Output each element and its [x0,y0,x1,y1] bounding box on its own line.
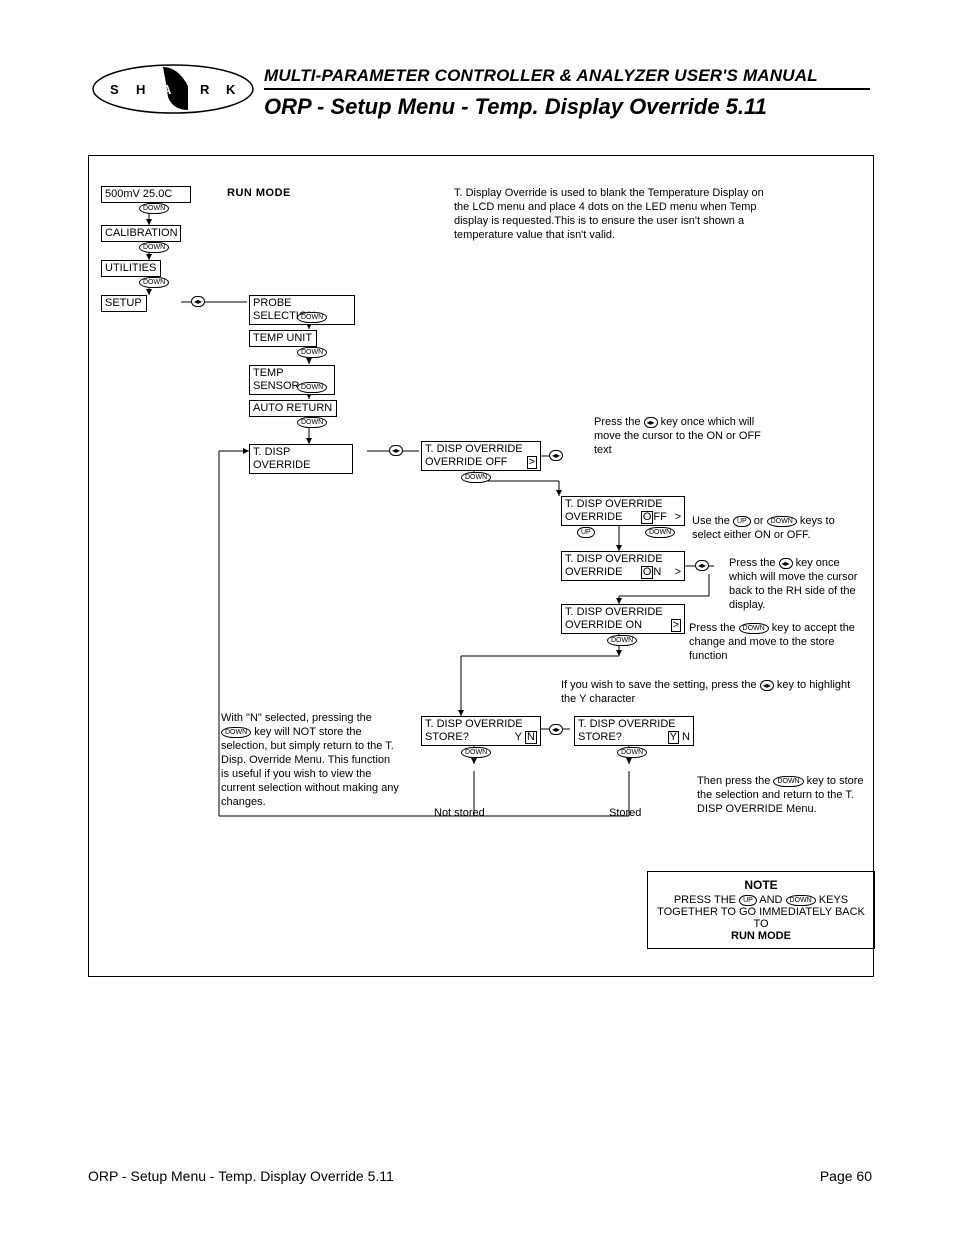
menu-auto-return: AUTO RETURN [249,400,337,417]
svg-text:S: S [110,82,119,97]
leftright-key-icon: ◂▸ [760,680,774,691]
screen-store-n: T. DISP OVERRIDE STORE? Y N [421,716,541,746]
up-key-icon: UP [577,527,595,538]
svg-text:R: R [200,82,210,97]
leftright-key-icon: ◂▸ [549,450,563,461]
svg-text:A: A [162,82,172,97]
header-title: ORP - Setup Menu - Temp. Display Overrid… [264,94,767,120]
menu-calibration: CALIBRATION [101,225,181,242]
stored-label: Stored [609,806,641,820]
note-box: NOTE PRESS THE UP AND DOWN KEYS TOGETHER… [647,871,875,949]
not-stored-label: Not stored [434,806,485,820]
screen-override-off: T. DISP OVERRIDE OVERRIDE OFF > [421,441,541,471]
down-key-icon: DOWN [461,472,491,483]
screen-store-y: T. DISP OVERRIDE STORE? Y N [574,716,694,746]
down-key-icon: DOWN [739,623,769,634]
down-key-icon: DOWN [297,312,327,323]
down-key-icon: DOWN [617,747,647,758]
menu-utilities: UTILITIES [101,260,161,277]
desc-press-leftright-1: Press the ◂▸ key once which will move th… [594,415,764,457]
screen-line1: T. DISP OVERRIDE [425,443,523,455]
leftright-key-icon: ◂▸ [695,560,709,571]
desc-use-updown: Use the UP or DOWN keys to select either… [692,514,862,542]
note-line3: RUN MODE [656,930,866,942]
shark-logo: S H A R K [88,62,258,122]
down-key-icon: DOWN [297,347,327,358]
leftright-key-icon: ◂▸ [191,296,205,307]
down-key-icon: DOWN [767,516,797,527]
desc-press-down-accept: Press the DOWN key to accept the change … [689,621,869,663]
screen-override-on-cursor: T. DISP OVERRIDE OVERRIDE ON > [561,551,685,581]
menu-setup: SETUP [101,295,147,312]
desc-press-down-store: Then press the DOWN key to store the sel… [697,774,867,816]
down-key-icon: DOWN [645,527,675,538]
desc-save-highlight-y: If you wish to save the setting, press t… [561,678,861,706]
down-key-icon: DOWN [139,203,169,214]
up-key-icon: UP [739,895,757,906]
up-key-icon: UP [733,516,751,527]
screen-override-on: T. DISP OVERRIDE OVERRIDE ON > [561,604,685,634]
screen-line2: OVERRIDE OFF [425,456,508,468]
menu-runmode-value: 500mV 25.0C [101,186,191,203]
run-mode-label: RUN MODE [227,187,291,199]
footer-left: ORP - Setup Menu - Temp. Display Overrid… [88,1168,394,1184]
leftright-key-icon: ◂▸ [644,417,658,428]
diagram-frame: 500mV 25.0C RUN MODE DOWN CALIBRATION DO… [88,155,874,977]
header-supertitle: MULTI-PARAMETER CONTROLLER & ANALYZER US… [264,66,818,86]
menu-temp-unit: TEMP UNIT [249,330,317,347]
down-key-icon: DOWN [297,417,327,428]
svg-text:K: K [226,82,236,97]
main-description: T. Display Override is used to blank the… [454,186,764,242]
leftright-key-icon: ◂▸ [549,724,563,735]
cursor: > [527,456,537,469]
down-key-icon: DOWN [773,776,803,787]
note-line1: PRESS THE UP AND DOWN KEYS [656,894,866,906]
note-line2: TOGETHER TO GO IMMEDIATELY BACK TO [656,906,866,930]
down-key-icon: DOWN [139,277,169,288]
down-key-icon: DOWN [461,747,491,758]
desc-n-selected: With "N" selected, pressing the DOWN key… [221,711,399,809]
svg-text:H: H [136,82,145,97]
down-key-icon: DOWN [139,242,169,253]
down-key-icon: DOWN [297,382,327,393]
footer-right: Page 60 [820,1168,872,1184]
down-key-icon: DOWN [221,727,251,738]
menu-t-disp-override: T. DISP OVERRIDE [249,444,353,474]
note-title: NOTE [656,878,866,892]
down-key-icon: DOWN [607,635,637,646]
leftright-key-icon: ◂▸ [779,558,793,569]
down-key-icon: DOWN [786,895,816,906]
screen-override-off-cursor: T. DISP OVERRIDE OVERRIDE OFF > [561,496,685,526]
desc-press-leftright-2: Press the ◂▸ key once which will move th… [729,556,869,612]
leftright-key-icon: ◂▸ [389,445,403,456]
header-rule [264,88,870,90]
